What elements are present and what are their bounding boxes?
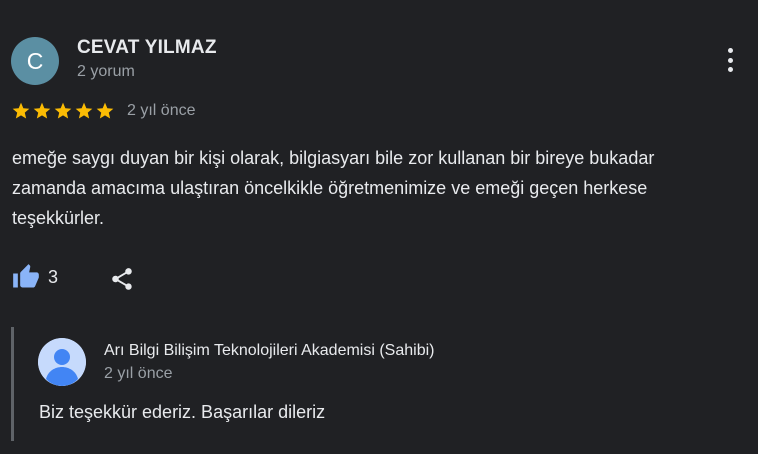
reply-text: Biz teşekkür ederiz. Başarılar dileriz [39, 402, 326, 422]
thumbs-up-icon [13, 264, 39, 288]
author-avatar[interactable]: C [11, 37, 59, 85]
share-button[interactable] [109, 265, 135, 298]
more-vert-icon [727, 48, 733, 53]
person-avatar-icon[interactable] [38, 338, 86, 386]
owner-avatar-graphic [38, 338, 86, 386]
review-card: C CEVAT YILMAZ 2 yorum 2 yıl önce emeğe … [0, 0, 758, 454]
like-button[interactable]: 3 [11, 263, 58, 291]
star-icon [96, 102, 114, 119]
more-vert-icon-dot [727, 57, 733, 63]
author-review-count: 2 yorum [77, 63, 135, 80]
rating-row: 2 yıl önce [11, 101, 195, 121]
owner-reply: Arı Bilgi Bilişim Teknolojileri Akademis… [11, 327, 754, 441]
reply-date: 2 yıl önce [104, 365, 173, 382]
review-text: emeğe saygı duyan bir kişi olarak, bilgi… [12, 148, 655, 228]
author-initial: C [26, 47, 44, 74]
owner-name: Arı Bilgi Bilişim Teknolojileri Akademis… [104, 342, 435, 359]
star-icon [12, 102, 30, 119]
share-icon [112, 268, 132, 290]
star-icon [54, 102, 72, 119]
author-name[interactable]: CEVAT YILMAZ [77, 37, 217, 59]
review-date: 2 yıl önce [127, 102, 196, 119]
star-icon [75, 102, 93, 119]
more-vert-icon-dot [727, 67, 733, 72]
like-count: 3 [48, 266, 59, 287]
star-rating [11, 101, 115, 121]
star-icon [33, 102, 51, 119]
more-options-button[interactable] [718, 44, 742, 76]
